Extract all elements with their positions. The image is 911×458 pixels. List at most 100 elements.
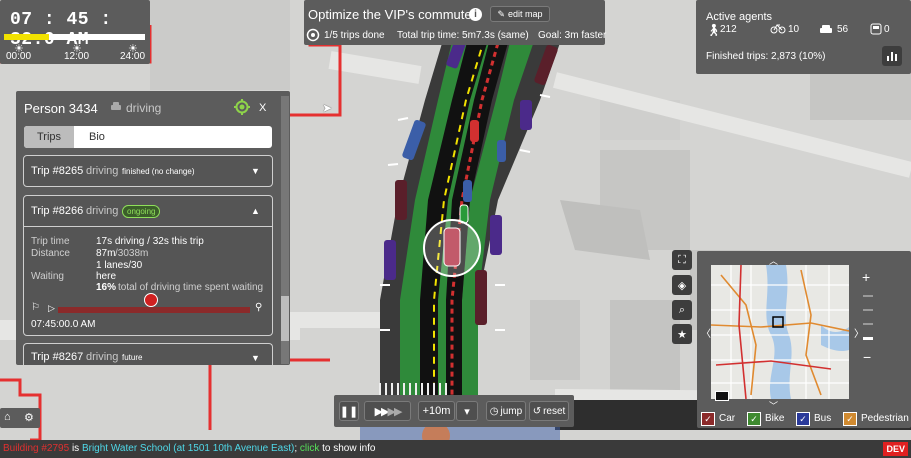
trip-time-value: 17s driving / 32s this trip: [96, 236, 204, 247]
status-click: click: [299, 443, 320, 454]
status-badge: ongoing: [122, 205, 161, 218]
trip-name: Trip #8267: [31, 351, 84, 363]
zoom-out-icon[interactable]: −: [863, 349, 871, 365]
trip-timeline-bar[interactable]: [58, 307, 250, 313]
waiting-desc: total of driving time spent waiting: [118, 282, 264, 293]
gear-icon[interactable]: ⚙: [24, 411, 34, 424]
divider: [24, 226, 272, 227]
flag-icon: ⚐: [31, 302, 40, 313]
trip-name: Trip #8265: [31, 165, 84, 177]
status-building-name: Bright Water School (at 1501 10th Avenue…: [81, 443, 295, 454]
bike-icon: [770, 22, 786, 37]
legend-pedestrian: Pedestrian: [861, 413, 909, 424]
speed-panel: ❚❚ ▶▶▶▶ +10m ▾ ◷ jump ↺ reset: [334, 395, 574, 427]
step-dropdown[interactable]: ▾: [456, 401, 478, 421]
legend-bike: Bike: [765, 413, 785, 424]
trip-name: Trip #8266: [31, 205, 84, 217]
minimap-view[interactable]: [711, 265, 849, 399]
status-building-id: Building #2795: [3, 443, 70, 454]
person-mode: driving: [126, 101, 162, 115]
locate-icon[interactable]: [234, 99, 250, 120]
bike-checkbox[interactable]: ✓: [747, 412, 761, 426]
target-icon[interactable]: [306, 28, 320, 47]
pedestrian-checkbox[interactable]: ✓: [843, 412, 857, 426]
pedestrian-count: 212: [720, 24, 737, 35]
zoom-in-icon[interactable]: +: [862, 269, 870, 285]
waiting-where: here: [96, 271, 117, 282]
clock-icon: ◷: [489, 405, 499, 417]
time-progress-fill: [4, 34, 50, 40]
trip-mode: driving: [86, 205, 119, 217]
total-trip-time: Total trip time: 5m7.3s (same): [397, 30, 529, 41]
reset-label: reset: [543, 405, 566, 417]
tab-bio[interactable]: Bio: [89, 131, 105, 143]
favorites-button[interactable]: ★: [672, 324, 692, 344]
car-icon: [819, 23, 833, 41]
scrollbar-thumb[interactable]: [281, 296, 289, 341]
destination-pin-icon: ⚲: [255, 302, 263, 313]
stats-button[interactable]: [882, 46, 902, 66]
scale-icon: [715, 391, 729, 401]
zoom-level-tick[interactable]: [863, 309, 873, 311]
challenge-panel: Optimize the VIP's commute i ✎ edit map 1…: [304, 0, 607, 47]
distance-main: 87m: [96, 248, 116, 259]
zoom-level-tick[interactable]: [863, 295, 873, 297]
challenge-title: Optimize the VIP's commute: [308, 7, 472, 22]
trips-done: 1/5 trips done: [324, 30, 385, 41]
chevron-up-icon[interactable]: ▲: [251, 206, 260, 216]
expand-icon: ⛶: [678, 253, 686, 266]
trip-card[interactable]: Trip #8267 driving future ▼: [23, 343, 273, 365]
edit-map-button[interactable]: ✎ edit map: [490, 6, 550, 22]
layers-button[interactable]: ◈: [672, 275, 692, 295]
status-rest: to show info: [319, 443, 376, 454]
waiting-percent: 16%: [96, 282, 117, 293]
finished-trips: Finished trips: 2,873 (10%): [706, 51, 826, 62]
bus-checkbox[interactable]: ✓: [796, 412, 810, 426]
close-button[interactable]: X: [259, 102, 266, 114]
tick-label: 00:00: [6, 51, 32, 62]
reset-button[interactable]: ↺ reset: [529, 401, 569, 421]
legend-bus: Bus: [814, 413, 832, 424]
chevron-down-icon: ▾: [464, 405, 470, 418]
pedestrian-icon: 🚶︎: [706, 23, 722, 37]
goal-text: Goal: 3m faster: [538, 30, 607, 41]
car-marker-icon[interactable]: [144, 293, 158, 307]
zoom-level-tick[interactable]: [863, 323, 873, 325]
bar-chart-icon: [887, 52, 897, 61]
tab-trips[interactable]: Trips: [24, 126, 74, 148]
pause-button[interactable]: ❚❚: [339, 401, 359, 421]
search-icon: ⌕: [678, 303, 686, 316]
tick-label: 12:00: [64, 51, 90, 62]
scrollbar[interactable]: [281, 96, 289, 364]
agents-title: Active agents: [706, 11, 773, 23]
speed-selector[interactable]: ▶▶▶▶: [364, 401, 411, 421]
tab-bar: Trips Bio: [24, 126, 272, 148]
person-title: Person 3434: [24, 101, 98, 116]
trip-card[interactable]: Trip #8265 driving finished (no change) …: [23, 155, 273, 187]
waiting-label: Waiting: [31, 271, 64, 282]
car-icon: [110, 100, 122, 118]
status-bar: Building #2795 is Bright Water School (a…: [0, 440, 911, 458]
layers-icon: ◈: [677, 279, 687, 292]
fullscreen-button[interactable]: ⛶: [672, 250, 692, 270]
distance-label: Distance: [31, 248, 70, 259]
minimap-panel: ︿ 〈 〉 ﹀ + − ✓ Car ✓ Bike ✓ Bus ✓ Pedestr…: [697, 251, 911, 428]
trip-mode: driving: [86, 165, 119, 177]
step-forward-button[interactable]: +10m: [418, 401, 455, 421]
chevron-down-icon[interactable]: ▼: [251, 166, 260, 176]
home-icon[interactable]: ⌂: [4, 411, 11, 423]
chevron-down-icon[interactable]: ▼: [251, 353, 260, 363]
trip-status: future: [122, 353, 143, 362]
car-checkbox[interactable]: ✓: [701, 412, 715, 426]
info-icon[interactable]: i: [469, 8, 482, 21]
jump-label: jump: [500, 405, 523, 417]
zoom-level-current[interactable]: [863, 337, 873, 340]
bike-count: 10: [788, 24, 800, 35]
search-button[interactable]: ⌕: [672, 300, 692, 320]
trip-card-expanded[interactable]: Trip #8266 driving ongoing ▲ Trip time 1…: [23, 195, 273, 336]
jump-button[interactable]: ◷ jump: [486, 401, 526, 421]
status-is: is: [69, 443, 82, 454]
pan-left-icon[interactable]: 〈: [701, 325, 711, 340]
pan-down-icon[interactable]: ﹀: [769, 399, 778, 412]
star-icon: ★: [677, 328, 687, 341]
